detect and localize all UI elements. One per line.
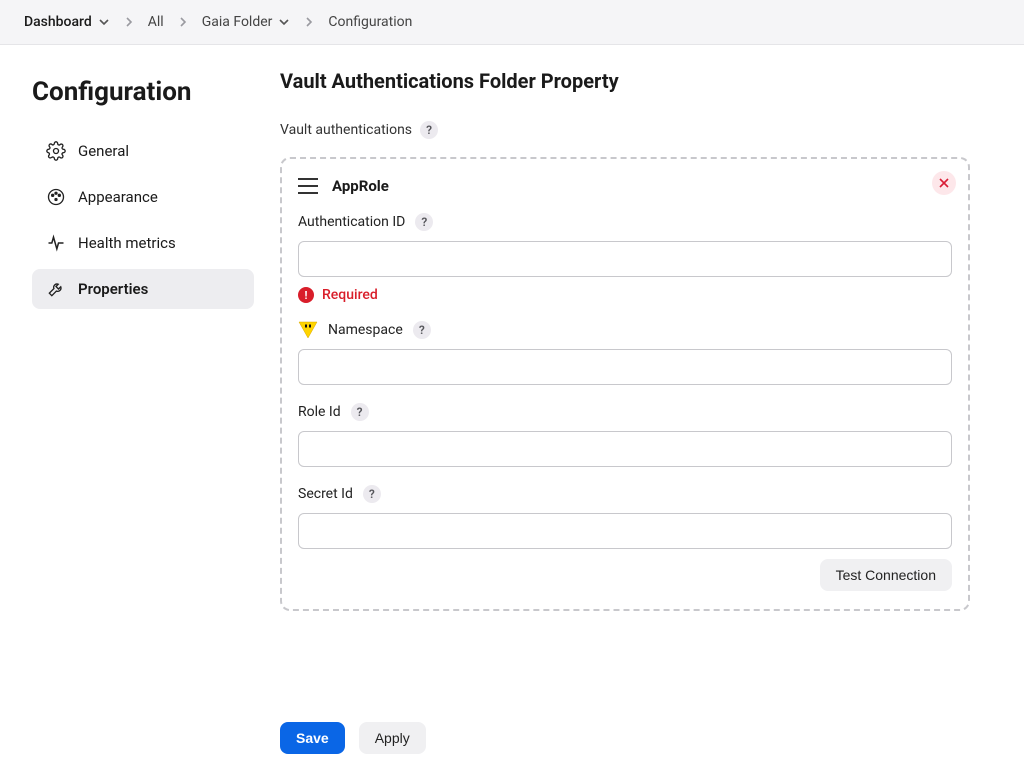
crumb-dashboard[interactable]: Dashboard	[24, 14, 110, 30]
apply-button[interactable]: Apply	[359, 722, 426, 754]
help-icon[interactable]: ?	[363, 485, 381, 503]
field-role-id: Role Id ?	[298, 403, 952, 467]
chevron-down-icon	[98, 16, 110, 28]
palette-icon	[46, 187, 66, 207]
sidebar-item-properties[interactable]: Properties	[32, 269, 254, 309]
sidebar-item-label: Properties	[78, 280, 148, 298]
auth-card: AppRole Authentication ID ? ! Required	[280, 157, 970, 611]
field-label: Secret Id	[298, 486, 353, 502]
test-connection-button[interactable]: Test Connection	[820, 559, 952, 591]
field-secret-id: Secret Id ?	[298, 485, 952, 549]
error-icon: !	[298, 287, 314, 303]
chevron-right-icon	[124, 17, 134, 27]
sidebar-item-health-metrics[interactable]: Health metrics	[32, 223, 254, 263]
page-title: Vault Authentications Folder Property	[280, 69, 970, 93]
sidebar: Configuration General Appearance Health …	[0, 45, 270, 768]
help-icon[interactable]: ?	[351, 403, 369, 421]
save-button[interactable]: Save	[280, 722, 345, 754]
field-label: Role Id	[298, 404, 341, 420]
field-label: Authentication ID	[298, 214, 405, 230]
secret-id-input[interactable]	[298, 513, 952, 549]
crumb-dashboard-label: Dashboard	[24, 14, 92, 30]
sidebar-item-appearance[interactable]: Appearance	[32, 177, 254, 217]
sidebar-item-label: Appearance	[78, 188, 158, 206]
sidebar-item-label: Health metrics	[78, 234, 176, 252]
breadcrumb: Dashboard All Gaia Folder Configuration	[0, 0, 1024, 45]
role-id-input[interactable]	[298, 431, 952, 467]
remove-card-button[interactable]	[932, 171, 956, 195]
auth-id-input[interactable]	[298, 241, 952, 277]
crumb-all[interactable]: All	[148, 14, 164, 30]
help-icon[interactable]: ?	[420, 121, 438, 139]
close-icon	[939, 178, 949, 188]
sidebar-title: Configuration	[32, 77, 254, 107]
help-icon[interactable]: ?	[413, 321, 431, 339]
chevron-down-icon	[278, 16, 290, 28]
namespace-input[interactable]	[298, 349, 952, 385]
vault-enterprise-icon	[298, 321, 318, 339]
chevron-right-icon	[304, 17, 314, 27]
crumb-page: Configuration	[328, 14, 412, 30]
sidebar-item-general[interactable]: General	[32, 131, 254, 171]
activity-icon	[46, 233, 66, 253]
wrench-icon	[46, 279, 66, 299]
main-panel: Vault Authentications Folder Property Va…	[270, 45, 1024, 768]
crumb-folder-label: Gaia Folder	[202, 14, 273, 30]
field-auth-id: Authentication ID ? ! Required	[298, 213, 952, 303]
crumb-folder[interactable]: Gaia Folder	[202, 14, 291, 30]
field-error: ! Required	[298, 287, 952, 303]
drag-handle-icon[interactable]	[298, 178, 318, 194]
section-label: Vault authentications	[280, 122, 412, 138]
chevron-right-icon	[178, 17, 188, 27]
help-icon[interactable]: ?	[415, 213, 433, 231]
field-label: Namespace	[328, 322, 403, 338]
card-title: AppRole	[332, 177, 389, 195]
error-text: Required	[322, 287, 378, 303]
field-namespace: Namespace ?	[298, 321, 952, 385]
page-actions: Save Apply	[280, 704, 970, 754]
sidebar-item-label: General	[78, 142, 129, 160]
gear-icon	[46, 141, 66, 161]
section-label-row: Vault authentications ?	[280, 121, 970, 139]
